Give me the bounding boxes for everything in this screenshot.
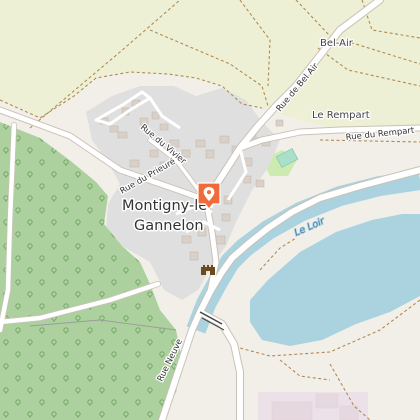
place-label-le-rempart: Le Rempart	[312, 110, 370, 121]
industrial-area	[258, 392, 368, 420]
place-label-bel-air: Bel-Air	[320, 38, 354, 49]
map-canvas[interactable]: Rue de Bel Air Rue du Rempart Rue du Viv…	[0, 0, 420, 420]
map-view[interactable]: Rue de Bel Air Rue du Rempart Rue du Viv…	[0, 0, 420, 420]
town-label-line2: Gannelon	[134, 218, 204, 234]
